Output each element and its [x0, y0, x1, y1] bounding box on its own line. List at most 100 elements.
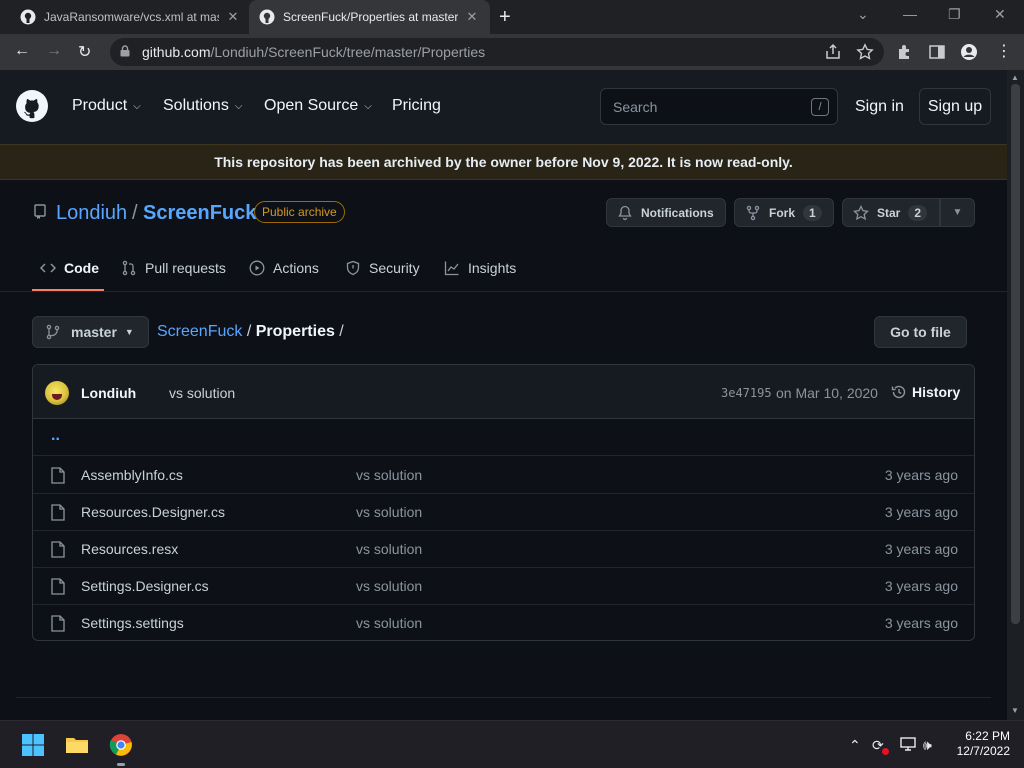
file-name-link[interactable]: Settings.Designer.cs	[81, 578, 209, 594]
browser-tab-1[interactable]: JavaRansomware/vcs.xml at mast ✕	[10, 0, 251, 34]
windows-start-icon[interactable]	[21, 733, 45, 757]
parent-directory-row[interactable]: ..	[33, 419, 974, 456]
github-favicon-icon	[259, 9, 275, 25]
file-age: 3 years ago	[884, 467, 958, 483]
chrome-icon[interactable]	[109, 733, 133, 757]
history-link[interactable]: History	[891, 384, 960, 400]
menu-product[interactable]: Product ⌵	[72, 97, 141, 115]
sign-up-button[interactable]: Sign up	[919, 88, 991, 125]
address-bar[interactable]: github.com/Londiuh/ScreenFuck/tree/maste…	[110, 38, 884, 66]
breadcrumb: ScreenFuck / Properties /	[157, 323, 344, 341]
file-name-link[interactable]: Resources.resx	[81, 541, 178, 557]
commit-author-link[interactable]: Londiuh	[81, 385, 136, 401]
share-icon[interactable]	[824, 43, 842, 61]
chevron-down-icon: ⌵	[364, 100, 372, 112]
file-name-link[interactable]: AssemblyInfo.cs	[81, 467, 183, 483]
tab-pull-requests[interactable]: Pull requests	[121, 260, 226, 276]
file-row[interactable]: Resources.Designer.cs vs solution 3 year…	[33, 494, 974, 531]
menu-pricing[interactable]: Pricing	[392, 97, 441, 115]
network-icon[interactable]	[899, 735, 917, 753]
scroll-up-icon[interactable]: ▲	[1011, 73, 1019, 82]
tray-overflow-icon[interactable]: ⌃	[849, 737, 861, 754]
tab-security[interactable]: Security	[345, 260, 420, 276]
taskbar-clock[interactable]: 6:22 PM 12/7/2022	[950, 729, 1010, 759]
lock-icon	[120, 45, 130, 57]
volume-icon[interactable]: 🕪	[923, 737, 932, 754]
file-age: 3 years ago	[884, 504, 958, 520]
file-name-link[interactable]: Resources.Designer.cs	[81, 504, 225, 520]
commit-date: on Mar 10, 2020	[776, 385, 878, 401]
reload-icon[interactable]: ↻	[78, 42, 91, 62]
breadcrumb-root-link[interactable]: ScreenFuck	[157, 323, 242, 340]
star-label: Star	[877, 205, 901, 220]
tab-label: Actions	[273, 260, 319, 276]
side-panel-icon[interactable]	[928, 43, 946, 61]
caret-down-icon: ▼	[952, 207, 963, 218]
tab-search-icon[interactable]: ⌄	[857, 6, 869, 23]
repo-owner-link[interactable]: Londiuh	[56, 202, 127, 225]
file-commit-message-link[interactable]: vs solution	[356, 467, 422, 483]
close-tab-icon[interactable]: ✕	[225, 9, 241, 25]
bookmark-star-icon[interactable]	[856, 43, 874, 61]
file-age: 3 years ago	[884, 578, 958, 594]
file-commit-message-link[interactable]: vs solution	[356, 541, 422, 557]
browser-toolbar: ← → ↻ github.com/Londiuh/ScreenFuck/tree…	[0, 34, 1024, 70]
extensions-icon[interactable]	[896, 43, 914, 61]
author-avatar[interactable]	[45, 381, 69, 405]
star-button[interactable]: Star 2	[842, 198, 940, 227]
menu-open-source[interactable]: Open Source ⌵	[264, 97, 372, 115]
file-commit-message-link[interactable]: vs solution	[356, 504, 422, 520]
commit-sha-link[interactable]: 3e47195	[721, 386, 772, 400]
page-scrollbar[interactable]: ▲ ▼	[1007, 70, 1024, 720]
tab-insights[interactable]: Insights	[444, 260, 516, 276]
browser-tab-2[interactable]: ScreenFuck/Properties at master ✕	[249, 0, 490, 34]
branch-name: master	[71, 324, 117, 340]
back-icon[interactable]: ←	[14, 42, 30, 60]
file-commit-message-link[interactable]: vs solution	[356, 578, 422, 594]
windows-taskbar: ⌃ ⟳ 🕪 6:22 PM 12/7/2022	[0, 720, 1024, 768]
file-commit-message-link[interactable]: vs solution	[356, 615, 422, 631]
parent-directory-link[interactable]: ..	[51, 427, 60, 445]
branch-selector[interactable]: master ▼	[32, 316, 149, 348]
clock-time: 6:22 PM	[965, 729, 1010, 743]
caret-down-icon: ▼	[124, 327, 134, 337]
restore-icon[interactable]: ❐	[948, 6, 961, 23]
search-input[interactable]: Search /	[600, 88, 838, 125]
graph-icon	[444, 261, 459, 276]
notifications-button[interactable]: Notifications	[606, 198, 726, 227]
footer-divider	[16, 697, 991, 698]
new-tab-icon[interactable]: +	[499, 7, 511, 27]
tab-label: Code	[64, 260, 99, 276]
file-row[interactable]: Settings.settings vs solution 3 years ag…	[33, 605, 974, 640]
scrollbar-thumb[interactable]	[1011, 84, 1020, 624]
forward-icon[interactable]: →	[46, 42, 62, 60]
close-tab-icon[interactable]: ✕	[464, 9, 480, 25]
star-count: 2	[908, 204, 928, 221]
close-window-icon[interactable]: ✕	[994, 6, 1006, 23]
fork-button[interactable]: Fork 1	[734, 198, 834, 227]
minimize-icon[interactable]: —	[903, 6, 917, 22]
commit-message-link[interactable]: vs solution	[169, 385, 235, 401]
file-name-link[interactable]: Settings.settings	[81, 615, 184, 631]
branch-icon	[46, 324, 60, 340]
tab-actions[interactable]: Actions	[249, 260, 319, 276]
profile-icon[interactable]	[960, 43, 978, 61]
scroll-down-icon[interactable]: ▼	[1011, 706, 1019, 715]
repo-name-link[interactable]: ScreenFuck	[143, 202, 256, 225]
sign-in-link[interactable]: Sign in	[855, 98, 904, 116]
file-row[interactable]: Resources.resx vs solution 3 years ago	[33, 531, 974, 568]
more-menu-icon[interactable]: ⋮	[996, 41, 1012, 61]
file-explorer-icon[interactable]	[65, 733, 89, 757]
menu-label: Open Source	[264, 97, 359, 114]
go-to-file-button[interactable]: Go to file	[874, 316, 967, 348]
github-logo-icon[interactable]	[16, 90, 48, 122]
star-dropdown-button[interactable]: ▼	[940, 198, 975, 227]
file-row[interactable]: Settings.Designer.cs vs solution 3 years…	[33, 568, 974, 605]
history-label: History	[912, 384, 961, 400]
menu-solutions[interactable]: Solutions ⌵	[163, 97, 242, 115]
history-icon	[891, 385, 906, 399]
file-age: 3 years ago	[884, 541, 958, 557]
file-row[interactable]: AssemblyInfo.cs vs solution 3 years ago	[33, 457, 974, 494]
clock-date: 12/7/2022	[956, 744, 1010, 758]
tab-code[interactable]: Code	[40, 260, 99, 276]
